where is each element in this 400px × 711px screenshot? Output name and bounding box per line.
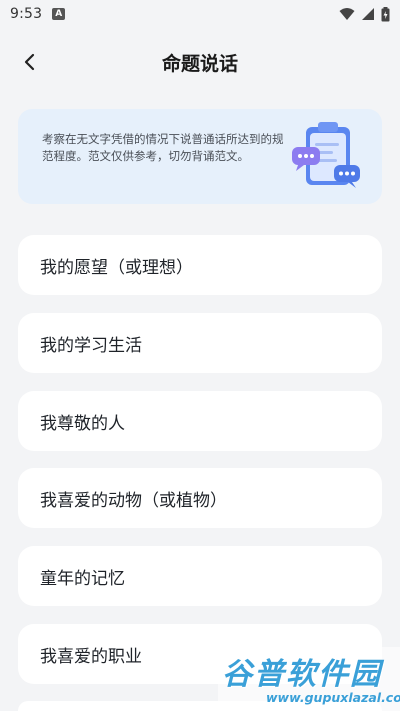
topic-item[interactable]: 我的愿望（或理想） xyxy=(18,235,382,295)
watermark: 谷普软件园 www.gupuxlazal.com xyxy=(218,647,400,711)
status-icons xyxy=(339,6,390,22)
wifi-icon xyxy=(339,8,355,20)
signal-icon xyxy=(362,8,374,20)
topic-item[interactable]: 我喜爱的动物（或植物） xyxy=(18,468,382,528)
battery-icon xyxy=(381,6,390,21)
topic-item[interactable]: 童年的记忆 xyxy=(18,546,382,606)
notification-badge: A xyxy=(52,8,66,20)
back-button[interactable] xyxy=(16,48,44,76)
watermark-url: www.gupuxlazal.com xyxy=(266,690,400,705)
page-title: 命题说话 xyxy=(161,52,238,75)
clipboard-chat-illustration xyxy=(292,122,360,188)
topic-item[interactable]: 我尊敬的人 xyxy=(18,391,382,451)
watermark-title: 谷普软件园 xyxy=(222,657,382,692)
info-card: 考察在无文字凭借的情况下说普通话所达到的规范程度。范文仅供参考，切勿背诵范文。 xyxy=(18,109,382,204)
status-bar: 9:53 A xyxy=(0,0,400,28)
topic-item[interactable]: 我的学习生活 xyxy=(18,313,382,373)
info-text: 考察在无文字凭借的情况下说普通话所达到的规范程度。范文仅供参考，切勿背诵范文。 xyxy=(42,132,284,163)
chevron-left-icon xyxy=(24,53,35,71)
status-time: 9:53 xyxy=(10,6,43,22)
header: 命题说话 xyxy=(0,40,400,84)
